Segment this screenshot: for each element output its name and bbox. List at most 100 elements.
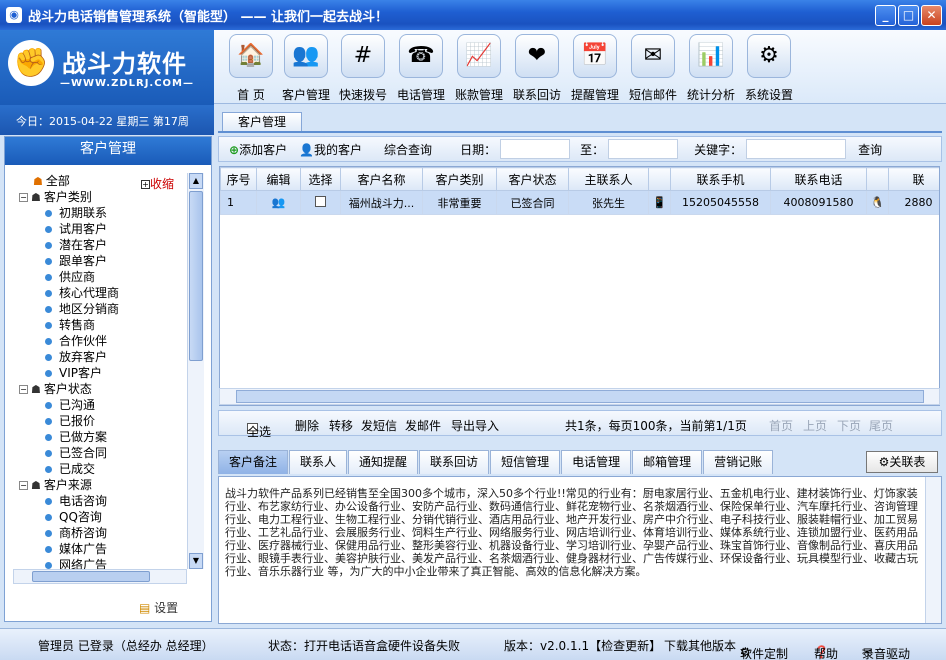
grid-header-cell[interactable]: 客户状态 bbox=[496, 167, 569, 191]
toolbar-chart-button[interactable]: 📈 账款管理 bbox=[450, 34, 508, 103]
tree-item[interactable]: 地区分销商 bbox=[5, 301, 187, 317]
tree-item[interactable]: 转售商 bbox=[5, 317, 187, 333]
tab-detail-3[interactable]: 联系回访 bbox=[419, 450, 490, 474]
tree-item[interactable]: − ☗ 客户状态 bbox=[5, 381, 187, 397]
tree-item[interactable]: 已签合同 bbox=[5, 445, 187, 461]
transfer-button[interactable]: 转移 bbox=[329, 417, 353, 434]
search-button[interactable]: 查询 bbox=[858, 141, 882, 158]
send-sms-button[interactable]: 发短信 bbox=[361, 417, 397, 434]
tree-item[interactable]: 商桥咨询 bbox=[5, 525, 187, 541]
collapse-button[interactable]: +收缩 bbox=[141, 175, 174, 192]
add-customer-button[interactable]: ⊕添加客户 bbox=[229, 141, 287, 158]
tab-detail-4[interactable]: 短信管理 bbox=[490, 450, 561, 474]
tree-scroll-thumb[interactable] bbox=[189, 191, 203, 361]
close-button[interactable]: ✕ bbox=[921, 5, 942, 26]
grid-header-cell[interactable] bbox=[648, 167, 671, 191]
delete-button[interactable]: 删除 bbox=[295, 417, 319, 434]
import-export-button[interactable]: 导出导入 bbox=[451, 417, 499, 434]
collapse-toggle-icon[interactable]: − bbox=[19, 481, 28, 490]
collapse-toggle-icon[interactable]: − bbox=[19, 193, 28, 202]
grid-cell bbox=[300, 190, 341, 215]
mobile-phone-icon[interactable]: 📱 bbox=[653, 196, 667, 209]
tab-detail-0[interactable]: 客户备注 bbox=[218, 450, 289, 474]
grid-header-cell[interactable]: 选择 bbox=[300, 167, 341, 191]
grid-header-cell[interactable]: 编辑 bbox=[256, 167, 301, 191]
collapse-toggle-icon[interactable]: − bbox=[19, 385, 28, 394]
maximize-button[interactable]: □ bbox=[898, 5, 919, 26]
toolbar-keypad-button[interactable]: # 快速拨号 bbox=[334, 34, 392, 103]
tree-item[interactable]: 供应商 bbox=[5, 269, 187, 285]
first-page-button[interactable]: 首页 bbox=[769, 417, 793, 434]
scroll-up-icon[interactable]: ▲ bbox=[189, 173, 203, 189]
settings-button[interactable]: ▤ 设置 bbox=[139, 599, 178, 616]
tree-item-label: 全部 bbox=[45, 174, 70, 188]
tree-item[interactable]: 已成交 bbox=[5, 461, 187, 477]
tree-item[interactable]: 潜在客户 bbox=[5, 237, 187, 253]
toolbar-house-button[interactable]: 🏠 首 页 bbox=[222, 34, 280, 103]
toolbar-heart-button[interactable]: ❤ 联系回访 bbox=[508, 34, 566, 103]
related-table-button[interactable]: ⚙关联表 bbox=[866, 451, 938, 473]
grid-hscroll-thumb[interactable] bbox=[236, 390, 924, 403]
toolbar-calendar-button[interactable]: 📅 提醒管理 bbox=[566, 34, 624, 103]
tab-detail-7[interactable]: 营销记账 bbox=[703, 450, 774, 474]
tree-item[interactable]: 已报价 bbox=[5, 413, 187, 429]
row-select-checkbox[interactable] bbox=[315, 195, 326, 207]
grid-header-cell[interactable]: 客户类别 bbox=[422, 167, 497, 191]
tree-hscroll-thumb[interactable] bbox=[32, 571, 150, 582]
tree-item[interactable]: 已做方案 bbox=[5, 429, 187, 445]
tree-item[interactable]: 网络广告 bbox=[5, 557, 187, 569]
tree-item[interactable]: − ☗ 客户来源 bbox=[5, 477, 187, 493]
tree-vscrollbar[interactable]: ▲ ▼ bbox=[187, 173, 204, 569]
grid-header-cell[interactable]: 联系手机 bbox=[670, 167, 771, 191]
tree-item[interactable]: 合作伙伴 bbox=[5, 333, 187, 349]
grid-header-cell[interactable]: 联系电话 bbox=[770, 167, 867, 191]
download-link[interactable]: 下载其他版本 bbox=[664, 637, 736, 654]
my-customers-button[interactable]: 👤我的客户 bbox=[299, 141, 362, 158]
next-page-button[interactable]: 下页 bbox=[837, 417, 861, 434]
prev-page-button[interactable]: 上页 bbox=[803, 417, 827, 434]
version-info[interactable]: 版本：v2.0.1.1【检查更新】 bbox=[504, 637, 661, 654]
tab-detail-5[interactable]: 电话管理 bbox=[561, 450, 632, 474]
tree-item[interactable]: 放弃客户 bbox=[5, 349, 187, 365]
grid-header-cell[interactable]: 主联系人 bbox=[568, 167, 649, 191]
tree-hscrollbar[interactable] bbox=[13, 569, 187, 584]
grid-header-cell[interactable]: 序号 bbox=[220, 167, 257, 191]
note-vscrollbar[interactable] bbox=[925, 477, 941, 623]
send-email-button[interactable]: 发邮件 bbox=[405, 417, 441, 434]
grid-hscrollbar[interactable] bbox=[219, 388, 940, 405]
tree-item[interactable]: 电话咨询 bbox=[5, 493, 187, 509]
group-icon: ☗ bbox=[31, 191, 41, 204]
toolbar-users-button[interactable]: 👥 客户管理 bbox=[277, 34, 335, 103]
scroll-down-icon[interactable]: ▼ bbox=[189, 553, 203, 569]
qq-icon[interactable]: 🐧 bbox=[871, 196, 885, 209]
toolbar-phone-button[interactable]: ☎ 电话管理 bbox=[392, 34, 450, 103]
date-from-input[interactable] bbox=[500, 139, 571, 159]
tree-item[interactable]: 媒体广告 bbox=[5, 541, 187, 557]
toolbar-mail-button[interactable]: ✉ 短信邮件 bbox=[624, 34, 682, 103]
tree-item[interactable]: QQ咨询 bbox=[5, 509, 187, 525]
keyword-input[interactable] bbox=[746, 139, 847, 159]
tree-item[interactable]: 核心代理商 bbox=[5, 285, 187, 301]
tree-item[interactable]: 跟单客户 bbox=[5, 253, 187, 269]
tree-item[interactable]: 试用客户 bbox=[5, 221, 187, 237]
toolbar-analysis-button[interactable]: 📊 统计分析 bbox=[682, 34, 740, 103]
tab-detail-1[interactable]: 联系人 bbox=[289, 450, 348, 474]
toolbar-gear-button[interactable]: ⚙ 系统设置 bbox=[740, 34, 798, 103]
grid-header-cell[interactable]: 联 bbox=[888, 167, 939, 191]
tab-detail-2[interactable]: 通知提醒 bbox=[348, 450, 419, 474]
grid-header-cell[interactable]: 客户名称 bbox=[340, 167, 423, 191]
grid-header-cell[interactable] bbox=[866, 167, 889, 191]
date-to-input[interactable] bbox=[608, 139, 679, 159]
tree-item[interactable]: 初期联系 bbox=[5, 205, 187, 221]
tab-detail-6[interactable]: 邮箱管理 bbox=[632, 450, 703, 474]
edit-user-icon[interactable]: 👥 bbox=[272, 196, 286, 209]
combined-query-button[interactable]: 综合查询 bbox=[384, 141, 432, 158]
tree-item[interactable]: 已沟通 bbox=[5, 397, 187, 413]
minimize-button[interactable]: _ bbox=[875, 5, 896, 26]
toolbar-label: 客户管理 bbox=[281, 88, 330, 102]
last-page-button[interactable]: 尾页 bbox=[869, 417, 893, 434]
table-row[interactable]: 1 👥 福州战斗力... 非常重要 已签合同 张先生 📱 15205045558 4008091… bbox=[220, 190, 939, 215]
tree-item[interactable]: VIP客户 bbox=[5, 365, 187, 381]
tab-customer-management[interactable]: 客户管理 bbox=[222, 112, 302, 132]
tree-item-label: QQ咨询 bbox=[59, 510, 102, 524]
